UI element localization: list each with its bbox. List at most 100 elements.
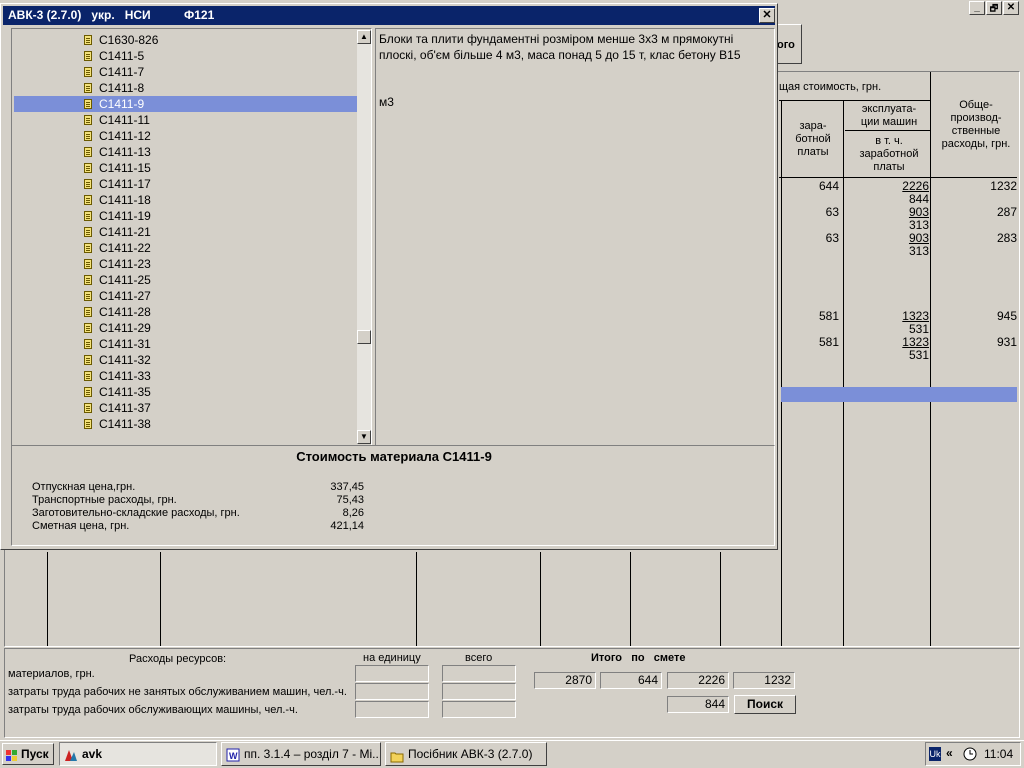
wages-value: 63 bbox=[825, 205, 839, 219]
labor-not-machines-label: затраты труда рабочих не занятых обслужи… bbox=[8, 686, 347, 698]
wages-value: 581 bbox=[818, 335, 839, 349]
taskbar-item-word[interactable]: W пп. 3.1.4 – розділ 7 - Mi... bbox=[221, 742, 381, 766]
material-icon bbox=[84, 51, 92, 61]
print-button[interactable]: ого bbox=[776, 24, 802, 64]
material-icon bbox=[84, 259, 92, 269]
material-tree[interactable]: С1630-826 С1411-5 С1411-7 С1411-8 С1411-9 С14… bbox=[11, 28, 372, 446]
overhead-value: 283 bbox=[996, 231, 1017, 245]
tree-item[interactable]: С1411-21 bbox=[14, 224, 357, 240]
start-button[interactable]: Пуск bbox=[2, 743, 54, 765]
table-row[interactable]: 581 1323 531 931 bbox=[781, 334, 1019, 362]
tree-item[interactable]: С1411-7 bbox=[14, 64, 357, 80]
tree-item[interactable]: С1411-33 bbox=[14, 368, 357, 384]
material-icon bbox=[84, 35, 92, 45]
wages-value: 644 bbox=[818, 179, 839, 193]
language-indicator[interactable]: Uk bbox=[929, 747, 941, 761]
clock-icon bbox=[963, 747, 977, 761]
tree-item[interactable]: С1411-5 bbox=[14, 48, 357, 64]
labor-not-machines-per-unit-field[interactable] bbox=[355, 683, 429, 700]
labor-machines-per-unit-field[interactable] bbox=[355, 701, 429, 718]
cost-panel: Стоимость материала С1411-9 Отпускная це… bbox=[11, 445, 775, 546]
dialog-close-button[interactable]: ✕ bbox=[759, 8, 775, 23]
start-label: Пуск bbox=[21, 747, 49, 761]
table-row[interactable]: 581 1323 531 945 bbox=[781, 308, 1019, 336]
tree-item[interactable]: С1411-29 bbox=[14, 320, 357, 336]
material-icon bbox=[84, 211, 92, 221]
tree-item-label: С1411-5 bbox=[99, 49, 145, 63]
tree-item[interactable]: С1411-28 bbox=[14, 304, 357, 320]
cost-value: 421,14 bbox=[330, 520, 364, 532]
tree-item[interactable]: С1411-32 bbox=[14, 352, 357, 368]
labor-not-machines-total-field[interactable] bbox=[442, 683, 516, 700]
tree-item[interactable]: С1411-27 bbox=[14, 288, 357, 304]
machines-value: 2226 bbox=[902, 179, 929, 193]
labor-machines-total-field[interactable] bbox=[442, 701, 516, 718]
table-row[interactable]: 63 903 313 283 bbox=[781, 230, 1019, 258]
cost-label: Отпускная цена,грн. bbox=[32, 481, 136, 493]
tray-expand-icon[interactable]: « bbox=[946, 746, 953, 760]
taskbar-item-label: пп. 3.1.4 – розділ 7 - Mi... bbox=[244, 747, 381, 761]
tree-item-label: С1411-7 bbox=[99, 65, 145, 79]
tree-item[interactable]: С1411-17 bbox=[14, 176, 357, 192]
tree-item-label: С1411-8 bbox=[99, 81, 145, 95]
material-icon bbox=[84, 339, 92, 349]
materials-label: материалов, грн. bbox=[8, 668, 95, 680]
totals-title: Итого по смете bbox=[591, 652, 686, 664]
material-unit: м3 bbox=[379, 95, 394, 109]
taskbar-item-folder[interactable]: Посібник АВК-3 (2.7.0) bbox=[385, 742, 547, 766]
tree-scrollbar[interactable]: ▲ ▼ bbox=[357, 30, 371, 444]
labor-machines-label: затраты труда рабочих обслуживающих маши… bbox=[8, 704, 298, 716]
taskbar-item-label: avk bbox=[82, 747, 103, 761]
material-icon bbox=[84, 227, 92, 237]
scroll-down-button[interactable]: ▼ bbox=[357, 430, 371, 444]
header-line bbox=[845, 130, 931, 131]
restore-button[interactable]: 🗗 bbox=[986, 1, 1002, 15]
tree-item[interactable]: С1411-15 bbox=[14, 160, 357, 176]
material-icon bbox=[84, 387, 92, 397]
tree-item[interactable]: С1411-37 bbox=[14, 400, 357, 416]
materials-total-field[interactable] bbox=[442, 665, 516, 682]
tree-item[interactable]: С1411-13 bbox=[14, 144, 357, 160]
tree-item-label: С1411-22 bbox=[99, 241, 151, 255]
materials-per-unit-field[interactable] bbox=[355, 665, 429, 682]
taskbar: Пуск avk W пп. 3.1.4 – розділ 7 - Mi... … bbox=[0, 740, 1024, 768]
selected-table-row[interactable] bbox=[781, 387, 1017, 402]
wages-value: 63 bbox=[825, 231, 839, 245]
scroll-up-button[interactable]: ▲ bbox=[357, 30, 371, 44]
scroll-thumb[interactable] bbox=[357, 330, 371, 344]
tree-item[interactable]: С1411-12 bbox=[14, 128, 357, 144]
tree-item[interactable]: С1411-38 bbox=[14, 416, 357, 432]
close-button[interactable]: ✕ bbox=[1003, 1, 1019, 15]
cost-value: 8,26 bbox=[342, 507, 364, 519]
tree-item[interactable]: С1411-25 bbox=[14, 272, 357, 288]
tree-item[interactable]: С1411-31 bbox=[14, 336, 357, 352]
table-row[interactable]: 63 903 313 287 bbox=[781, 204, 1019, 232]
dialog-titlebar[interactable]: АВК-3 (2.7.0) укр. НСИ Ф121 ✕ bbox=[3, 6, 775, 25]
machines-value: 903 bbox=[908, 205, 929, 219]
tree-item-label: С1411-25 bbox=[99, 273, 151, 287]
tree-item[interactable]: С1411-35 bbox=[14, 384, 357, 400]
tree-item[interactable]: С1630-826 bbox=[14, 32, 357, 48]
machines-header: эксплуата- ции машин bbox=[860, 103, 918, 128]
cost-label: Заготовительно-складские расходы, грн. bbox=[32, 507, 240, 519]
tree-item[interactable]: С1411-22 bbox=[14, 240, 357, 256]
tree-item-label: С1411-9 bbox=[99, 97, 145, 111]
tree-item[interactable]: С1411-18 bbox=[14, 192, 357, 208]
windows-logo-icon bbox=[6, 748, 18, 761]
tree-item-label: С1411-38 bbox=[99, 417, 151, 431]
material-icon bbox=[84, 419, 92, 429]
tree-item[interactable]: С1411-23 bbox=[14, 256, 357, 272]
search-button[interactable]: Поиск bbox=[734, 695, 796, 714]
tree-item[interactable]: С1411-19 bbox=[14, 208, 357, 224]
machines-value: 903 bbox=[908, 231, 929, 245]
tree-item[interactable]: С1411-11 bbox=[14, 112, 357, 128]
material-icon bbox=[84, 99, 92, 109]
tree-item-label: С1411-12 bbox=[99, 129, 151, 143]
tree-item-label: С1411-31 bbox=[99, 337, 151, 351]
taskbar-item-avk[interactable]: avk bbox=[59, 742, 217, 766]
tree-item[interactable]: С1411-8 bbox=[14, 80, 357, 96]
tree-item[interactable]: С1411-9 bbox=[14, 96, 357, 112]
clock-time[interactable]: 11:04 bbox=[984, 747, 1013, 761]
minimize-button[interactable]: _ bbox=[969, 1, 985, 15]
table-row[interactable]: 644 2226 844 1232 bbox=[781, 178, 1019, 206]
